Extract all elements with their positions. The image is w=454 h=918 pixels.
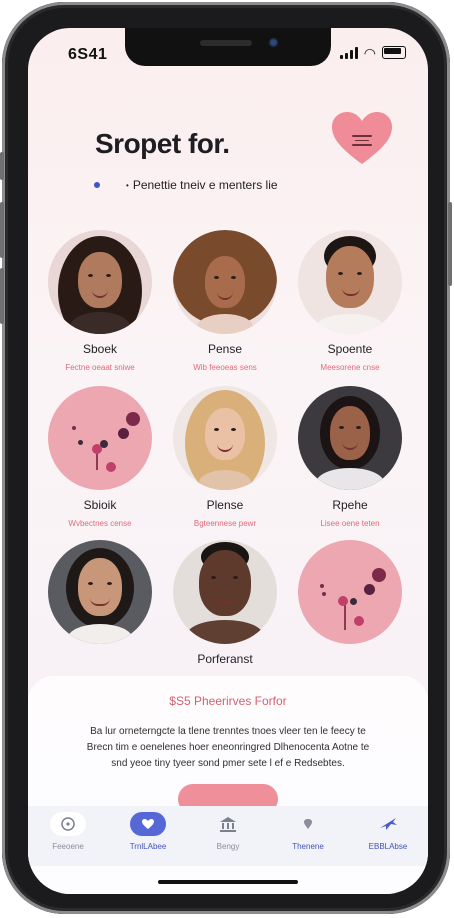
heart-icon [130,812,166,836]
phone-frame: 6S41 ◠ Sropet for. • Penettie tneiv e me… [0,2,452,914]
speaker [200,40,252,46]
profile-name: Pense [207,342,243,356]
tab-bar: Feeoene TrnlLAbee Bengy Thenene EBBLAbse [28,806,428,866]
profile-card[interactable]: Rpehe Lisee oene teten [288,386,412,529]
profile-name: Spoente [327,342,373,356]
status-icons: ◠ [339,44,406,61]
avatar [298,386,402,490]
tab-label: Bengy [216,842,240,851]
tab-label: TrnlLAbee [129,842,167,851]
menu-heart-button[interactable] [330,110,394,168]
tab-label: Thenene [292,842,324,851]
profile-name: Sbioik [83,498,117,512]
pin-icon [290,812,326,836]
profile-card[interactable] [288,540,412,683]
profile-meta: Wib feeoeas sens [193,363,257,372]
power-button [448,202,452,286]
avatar [48,540,152,644]
profile-meta: Fectne oeaat sniwe [65,363,135,372]
plane-icon [370,812,406,836]
profile-card[interactable]: Sboek Fectne oeaat sniwe [38,230,162,373]
profile-name: Rpehe [332,498,368,512]
panel-title: $S5 Pheerirves Forfor [169,694,287,708]
profile-name [288,652,412,666]
mute-switch [0,152,4,180]
avatar [173,540,277,644]
avatar [173,386,277,490]
tab-discover[interactable]: Feeoene [28,806,108,866]
profile-name [38,652,162,666]
profile-meta: Lisee oene teten [320,519,380,528]
profile-meta: Wvbectnes cense [68,519,132,528]
building-icon [210,812,246,836]
battery-icon [382,46,406,59]
page-title: Sropet for. [95,128,230,159]
profile-meta: Meesorene cnse [320,363,380,372]
profile-card[interactable]: Sbioik Wvbectnes cense [38,386,162,529]
tab-label: EBBLAbse [368,842,408,851]
profile-meta: Bgteennese pewr [193,519,257,528]
avatar [48,230,152,334]
profile-name: Porferanst [197,652,253,666]
profile-card[interactable] [38,540,162,683]
tab-nearby[interactable]: Thenene [268,806,348,866]
panel-description: Ba lur orneterngcte la tlene trenntes tn… [86,726,370,769]
wifi-icon: ◠ [363,44,376,61]
tab-label: Feeoene [52,842,84,851]
signal-icon [339,46,358,59]
tab-favorites[interactable]: TrnlLAbee [108,806,188,866]
profile-card[interactable]: Spoente Meesorene cnse [288,230,412,373]
avatar [298,230,402,334]
profile-name: Sboek [82,342,118,356]
avatar [173,230,277,334]
volume-up-button [0,202,4,258]
compass-icon [50,812,86,836]
volume-down-button [0,268,4,324]
profile-name: Plense [206,498,244,512]
profile-card[interactable]: Pense Wib feeoeas sens [163,230,287,373]
tab-places[interactable]: Bengy [188,806,268,866]
location-dot-icon [94,182,100,188]
placeholder-graph-avatar [48,386,152,490]
profile-card[interactable]: Porferanst [163,540,287,683]
subtitle-row: • Penettie tneiv e menters lie [94,178,278,192]
placeholder-graph-avatar [298,540,402,644]
home-indicator[interactable] [158,880,298,884]
front-camera [268,37,279,48]
subtitle-text: Penettie tneiv e menters lie [132,178,278,192]
notch [125,28,331,66]
menu-icon [352,132,372,149]
tab-travel[interactable]: EBBLAbse [348,806,428,866]
profile-card[interactable]: Plense Bgteennese pewr [163,386,287,529]
status-time: 6S41 [68,46,108,63]
screen: 6S41 ◠ Sropet for. • Penettie tneiv e me… [28,28,428,894]
subtitle-bullet: • [126,180,129,190]
